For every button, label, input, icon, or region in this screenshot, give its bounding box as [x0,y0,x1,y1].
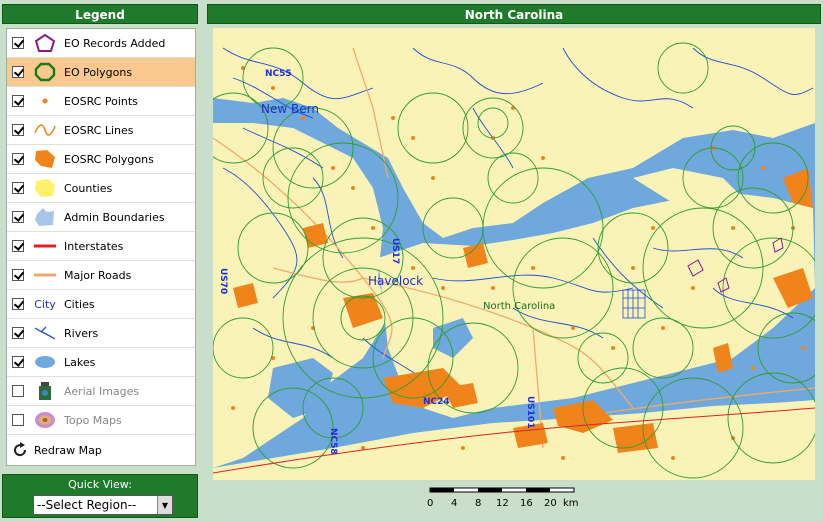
topo-map-icon [32,409,58,431]
route-label-nc58: NC58 [328,428,338,455]
orange-line-icon [32,119,58,141]
legend-label: Aerial Images [64,384,140,398]
checkbox-interstates[interactable] [12,240,24,252]
checkbox-rivers[interactable] [12,327,24,339]
city-label-new-bern: New Bern [261,102,319,116]
redraw-map-label: Redraw Map [34,443,102,457]
legend-label: Rivers [64,326,99,340]
legend-item-rivers: Rivers [7,319,195,348]
checkbox-eosrc-points[interactable] [12,95,24,107]
yellow-polygon-icon [32,177,58,199]
legend-label: Major Roads [64,268,132,282]
route-label-us70: US70 [218,268,228,294]
map-title: North Carolina [207,4,821,24]
checkbox-eosrc-polygons[interactable] [12,153,24,165]
aerial-image-icon [32,380,58,402]
legend-item-aerial-images: Aerial Images [7,377,195,406]
red-line-icon [32,235,58,257]
map-canvas[interactable]: NC55 NC24 US17 US70 NC58 US101 New Bern … [213,28,815,480]
state-label: North Carolina [483,301,555,312]
map-svg[interactable]: NC55 NC24 US17 US70 NC58 US101 New Bern … [213,28,815,480]
chevron-down-icon[interactable]: ▼ [157,496,172,514]
scale-tick-8: 8 [475,498,481,509]
legend-label: EO Polygons [64,65,133,79]
green-circle-icon [32,61,58,83]
checkbox-major-roads[interactable] [12,269,24,281]
scale-tick-12: 12 [496,498,509,509]
checkbox-eo-polygons[interactable] [12,66,24,78]
legend-label: EO Records Added [64,36,166,50]
legend-item-eo-records-added: EO Records Added [7,29,195,58]
blue-polygon-icon [32,206,58,228]
legend-label: Topo Maps [64,413,122,427]
scale-tick-20: 20 [544,498,557,509]
legend-item-eosrc-points: EOSRC Points [7,87,195,116]
checkbox-cities[interactable] [12,298,24,310]
legend-label: Cities [64,297,95,311]
checkbox-admin-boundaries[interactable] [12,211,24,223]
legend-item-eosrc-polygons: EOSRC Polygons [7,145,195,174]
legend-label: EOSRC Polygons [64,152,154,166]
legend-label: EOSRC Lines [64,123,134,137]
route-label-nc24: NC24 [423,397,450,407]
legend-list: EO Records Added EO Polygons EOSRC Point… [6,28,196,466]
checkbox-lakes[interactable] [12,356,24,368]
legend-item-eosrc-lines: EOSRC Lines [7,116,195,145]
checkbox-eosrc-lines[interactable] [12,124,24,136]
orange-polygon-icon [32,148,58,170]
checkbox-topo-maps[interactable] [12,414,24,426]
legend-item-counties: Counties [7,174,195,203]
quick-view-label: Quick View: [68,478,132,491]
route-label-nc55: NC55 [265,69,292,79]
scale-tick-4: 4 [451,498,457,509]
legend-item-major-roads: Major Roads [7,261,195,290]
purple-pentagon-icon [32,32,58,54]
legend-label: Lakes [64,355,96,369]
legend-item-cities: City Cities [7,290,195,319]
legend-item-eo-polygons[interactable]: EO Polygons [7,58,195,87]
river-icon [32,322,58,344]
map-panel: North Carolina NC55 NC24 US17 US70 NC58 … [207,4,821,518]
legend-panel: Legend EO Records Added EO Polygons EOSR… [2,4,198,470]
legend-label: EOSRC Points [64,94,138,108]
legend-item-interstates: Interstates [7,232,195,261]
tan-line-icon [32,264,58,286]
city-text-icon: City [34,297,56,311]
region-select[interactable]: --Select Region-- ▼ [33,495,173,515]
quick-view-panel: Quick View: --Select Region-- ▼ [2,474,198,518]
orange-dot-icon [32,90,58,112]
route-label-us101: US101 [525,396,535,429]
legend-item-topo-maps: Topo Maps [7,406,195,435]
legend-label: Admin Boundaries [64,210,165,224]
checkbox-aerial-images[interactable] [12,385,24,397]
scale-bar: 0 4 8 12 16 20 km [427,487,579,509]
scale-tick-0: 0 [427,498,433,509]
scale-unit: km [563,498,579,509]
legend-label: Counties [64,181,113,195]
checkbox-counties[interactable] [12,182,24,194]
legend-title: Legend [2,4,198,24]
refresh-icon [12,442,28,458]
legend-label: Interstates [64,239,124,253]
city-label-havelock: Havelock [368,274,423,288]
scale-tick-16: 16 [520,498,533,509]
route-label-us17: US17 [390,238,400,264]
redraw-map-button[interactable]: Redraw Map [7,435,195,465]
legend-item-admin-boundaries: Admin Boundaries [7,203,195,232]
lake-icon [32,351,58,373]
region-select-value: --Select Region-- [37,498,137,512]
checkbox-eo-records-added[interactable] [12,37,24,49]
legend-item-lakes: Lakes [7,348,195,377]
